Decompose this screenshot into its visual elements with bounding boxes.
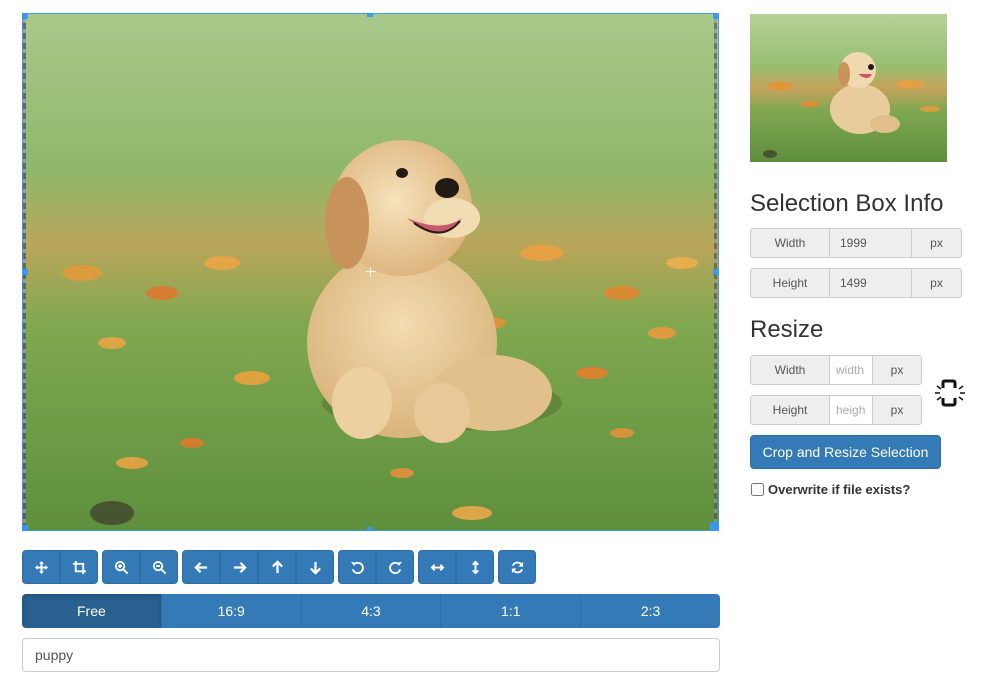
crop-handle-ne[interactable] bbox=[713, 13, 719, 19]
selection-height-group: Height 1499 px bbox=[750, 268, 962, 298]
rotate-right-icon bbox=[388, 561, 402, 574]
aspect-link-toggle[interactable] bbox=[933, 377, 967, 409]
rotate-left-button[interactable] bbox=[338, 550, 376, 584]
flip-vertical-button[interactable] bbox=[456, 550, 494, 584]
crop-center-marker bbox=[366, 267, 376, 277]
arrow-left-icon bbox=[193, 561, 207, 573]
selection-height-label: Height bbox=[750, 268, 830, 298]
resize-height-unit: px bbox=[872, 395, 922, 425]
overwrite-option[interactable]: Overwrite if file exists? bbox=[750, 482, 910, 497]
ratio-4-3-button[interactable]: 4:3 bbox=[300, 594, 441, 628]
crop-icon bbox=[72, 560, 86, 574]
resize-title: Resize bbox=[750, 316, 824, 343]
resize-height-input-wrapper bbox=[830, 395, 872, 425]
resize-width-label: Width bbox=[750, 355, 830, 385]
move-up-button[interactable] bbox=[258, 550, 296, 584]
move-button-group bbox=[182, 550, 334, 584]
rotate-button-group bbox=[338, 550, 414, 584]
flip-horizontal-icon bbox=[430, 563, 444, 571]
reset-icon bbox=[511, 561, 523, 573]
zoom-button-group bbox=[102, 550, 178, 584]
crop-handle-se[interactable] bbox=[710, 522, 719, 531]
resize-width-unit: px bbox=[872, 355, 922, 385]
editor-toolbar bbox=[22, 550, 536, 584]
flip-horizontal-button[interactable] bbox=[418, 550, 456, 584]
resize-height-label: Height bbox=[750, 395, 830, 425]
arrow-up-icon bbox=[271, 559, 283, 573]
arrow-down-icon bbox=[309, 561, 321, 575]
reset-button-group bbox=[498, 550, 536, 584]
crop-handle-s[interactable] bbox=[367, 527, 373, 531]
flip-button-group bbox=[418, 550, 494, 584]
resize-height-input[interactable] bbox=[836, 403, 866, 417]
crop-canvas[interactable] bbox=[22, 13, 719, 531]
zoom-out-button[interactable] bbox=[140, 550, 178, 584]
resize-width-input[interactable] bbox=[836, 363, 866, 377]
selection-height-value: 1499 bbox=[830, 268, 911, 298]
crop-mode-button[interactable] bbox=[60, 550, 98, 584]
selection-width-value: 1999 bbox=[830, 228, 911, 258]
move-right-button[interactable] bbox=[220, 550, 258, 584]
move-mode-button[interactable] bbox=[22, 550, 60, 584]
overwrite-label: Overwrite if file exists? bbox=[768, 482, 911, 497]
resize-width-input-wrapper bbox=[830, 355, 872, 385]
resize-width-group: Width px bbox=[750, 355, 922, 385]
zoom-out-icon bbox=[152, 560, 166, 574]
rotate-left-icon bbox=[350, 561, 364, 574]
move-down-button[interactable] bbox=[296, 550, 334, 584]
selection-height-unit: px bbox=[911, 268, 962, 298]
rotate-right-button[interactable] bbox=[376, 550, 414, 584]
mode-button-group bbox=[22, 550, 98, 584]
overwrite-checkbox[interactable] bbox=[751, 483, 764, 496]
selection-width-group: Width 1999 px bbox=[750, 228, 962, 258]
zoom-in-button[interactable] bbox=[102, 550, 140, 584]
reset-button[interactable] bbox=[498, 550, 536, 584]
crop-handle-sw[interactable] bbox=[22, 525, 28, 531]
flip-vertical-icon bbox=[471, 560, 479, 574]
ratio-16-9-button[interactable]: 16:9 bbox=[160, 594, 301, 628]
ratio-1-1-button[interactable]: 1:1 bbox=[440, 594, 581, 628]
crop-handle-w[interactable] bbox=[22, 269, 28, 275]
crop-handle-nw[interactable] bbox=[22, 13, 28, 19]
crop-and-resize-button[interactable]: Crop and Resize Selection bbox=[750, 435, 941, 469]
resize-height-group: Height px bbox=[750, 395, 922, 425]
preview-image bbox=[750, 14, 947, 162]
aspect-ratio-selector: Free 16:9 4:3 1:1 2:3 bbox=[22, 594, 720, 628]
unlinked-chain-icon bbox=[935, 379, 965, 407]
crop-preview bbox=[750, 14, 947, 162]
move-icon bbox=[34, 560, 48, 574]
crop-handle-e[interactable] bbox=[713, 269, 719, 275]
selection-info-title: Selection Box Info bbox=[750, 190, 944, 217]
arrow-right-icon bbox=[233, 561, 247, 573]
move-left-button[interactable] bbox=[182, 550, 220, 584]
selection-width-unit: px bbox=[911, 228, 962, 258]
filename-input[interactable] bbox=[22, 638, 720, 672]
crop-handle-n[interactable] bbox=[367, 13, 373, 17]
zoom-in-icon bbox=[114, 560, 128, 574]
ratio-2-3-button[interactable]: 2:3 bbox=[580, 594, 720, 628]
ratio-free-button[interactable]: Free bbox=[22, 594, 161, 628]
selection-width-label: Width bbox=[750, 228, 830, 258]
